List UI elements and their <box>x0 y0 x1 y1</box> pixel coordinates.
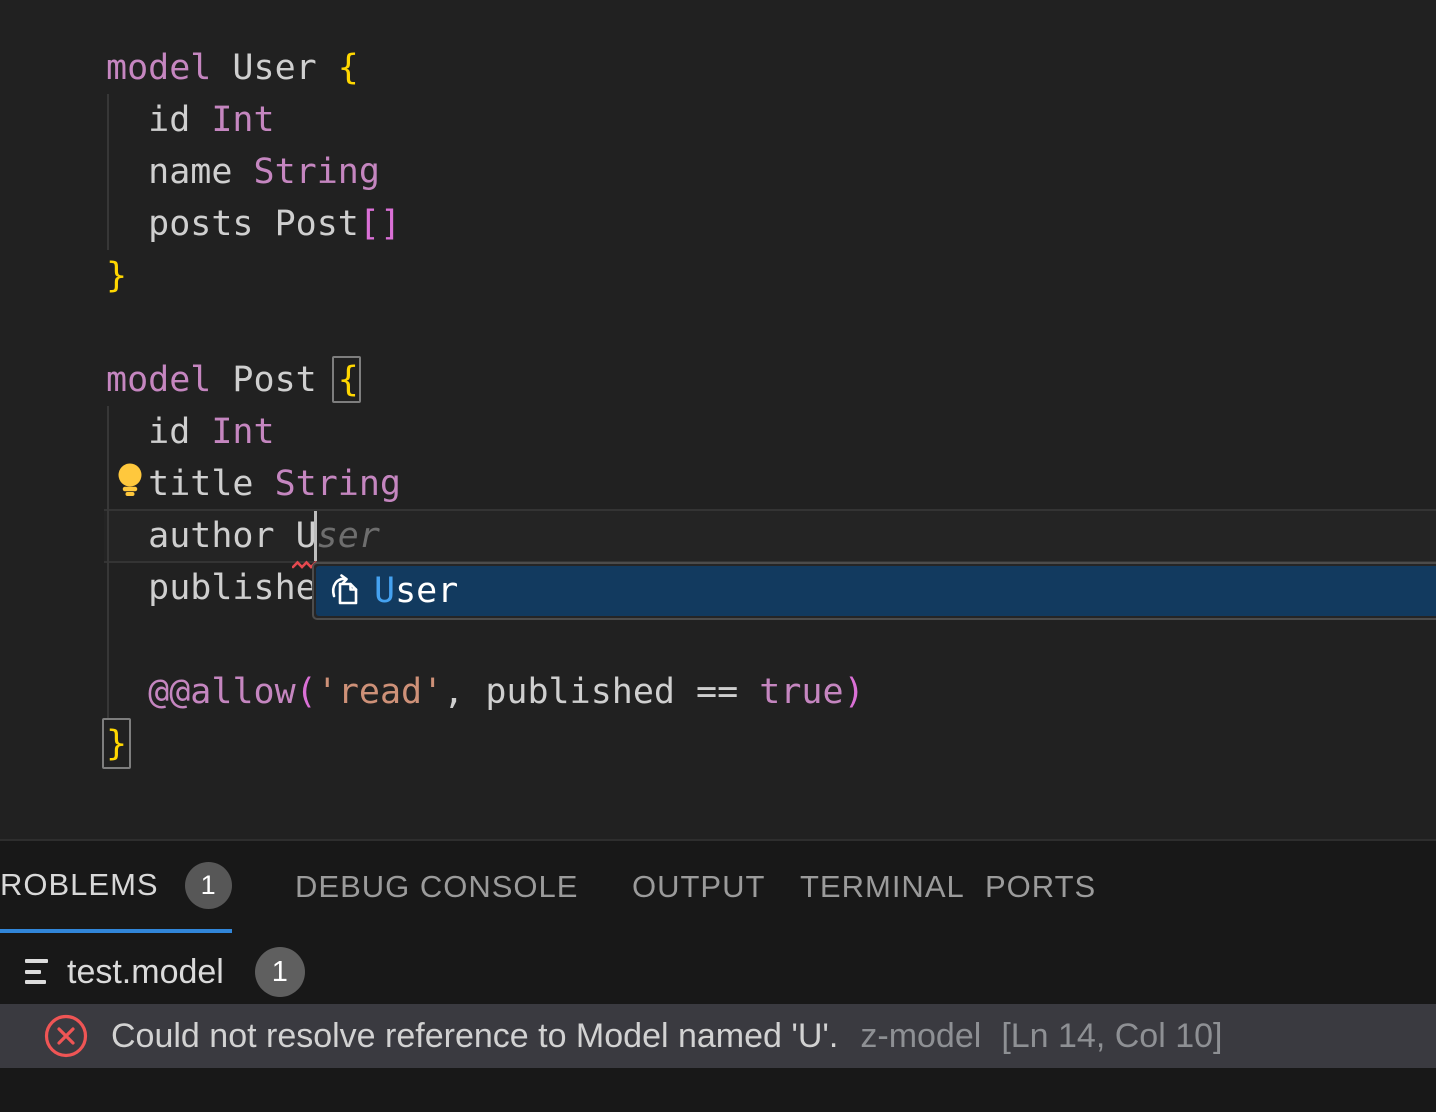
tab-debug-console[interactable]: DEBUG CONSOLE <box>295 841 578 933</box>
lightbulb-icon[interactable] <box>111 460 149 498</box>
problem-source: z-model <box>860 1017 981 1056</box>
bracket-match-box <box>102 718 131 769</box>
file-reference-icon <box>326 572 364 610</box>
suggest-item-label: User <box>374 571 458 611</box>
problem-message: Could not resolve reference to Model nam… <box>111 1017 838 1056</box>
bottom-panel: ROBLEMS 1 DEBUG CONSOLE OUTPUT TERMINAL … <box>0 839 1436 1112</box>
tab-ports[interactable]: PORTS <box>985 841 1096 933</box>
text-cursor <box>314 511 317 561</box>
tab-terminal[interactable]: TERMINAL <box>800 841 965 933</box>
vscode-window: model User { id Int name String posts Po… <box>0 0 1436 1112</box>
code-line[interactable]: id Int <box>106 94 275 146</box>
tab-output-label: OUTPUT <box>632 869 765 905</box>
tab-ports-label: PORTS <box>985 869 1096 905</box>
tab-debug-console-label: DEBUG CONSOLE <box>295 869 578 905</box>
code-line[interactable]: title String <box>106 458 401 510</box>
error-circle-icon <box>43 1013 89 1059</box>
tab-terminal-label: TERMINAL <box>800 869 965 905</box>
code-line[interactable]: model Post { <box>106 354 359 406</box>
bracket-match-box <box>332 356 361 403</box>
file-lines-icon <box>25 958 49 986</box>
code-line[interactable]: model User { <box>106 42 359 94</box>
suggest-item-user[interactable]: User <box>316 566 1436 616</box>
problems-count-badge: 1 <box>185 862 232 909</box>
file-name: test.model <box>67 953 224 992</box>
tab-problems[interactable]: ROBLEMS 1 <box>0 841 232 933</box>
problem-location: [Ln 14, Col 10] <box>1001 1017 1222 1056</box>
code-line[interactable]: name String <box>106 146 380 198</box>
code-line[interactable]: author User <box>106 510 380 562</box>
problem-row[interactable]: Could not resolve reference to Model nam… <box>0 1004 1436 1068</box>
code-editor[interactable]: model User { id Int name String posts Po… <box>0 0 1436 839</box>
problems-file-row[interactable]: test.model 1 <box>0 940 1436 1004</box>
tab-problems-label: ROBLEMS <box>0 867 159 903</box>
file-problem-count-badge: 1 <box>255 947 305 997</box>
code-line[interactable]: publishe <box>106 562 317 614</box>
code-line[interactable]: @@allow('read', published == true) <box>106 666 865 718</box>
tab-output[interactable]: OUTPUT <box>632 841 765 933</box>
code-line[interactable]: id Int <box>106 406 275 458</box>
suggest-widget: User <box>312 562 1436 620</box>
code-line[interactable]: posts Post[] <box>106 198 401 250</box>
code-line[interactable]: } <box>106 250 127 302</box>
